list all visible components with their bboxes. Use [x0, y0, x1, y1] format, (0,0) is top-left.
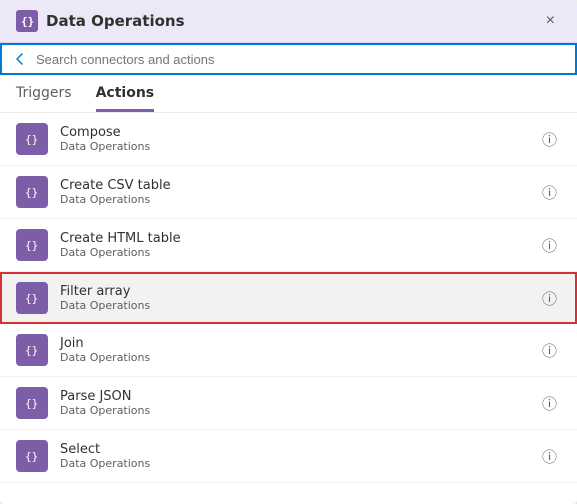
create-csv-name: Create CSV table	[60, 178, 526, 193]
filter-array-icon: {}	[16, 282, 48, 314]
create-csv-icon: {}	[16, 176, 48, 208]
compose-name: Compose	[60, 125, 526, 140]
join-subtitle: Data Operations	[60, 351, 526, 364]
create-html-info-button[interactable]: ⓘ	[538, 233, 561, 258]
create-html-name: Create HTML table	[60, 231, 526, 246]
create-csv-info-button[interactable]: ⓘ	[538, 180, 561, 205]
parse-json-icon: {}	[16, 387, 48, 419]
join-info-button[interactable]: ⓘ	[538, 338, 561, 363]
search-input[interactable]	[36, 52, 565, 67]
svg-text:{}: {}	[25, 292, 38, 305]
close-button[interactable]: ×	[540, 11, 561, 31]
join-icon: {}	[16, 334, 48, 366]
parse-json-text: Parse JSON Data Operations	[60, 389, 526, 417]
create-html-subtitle: Data Operations	[60, 246, 526, 259]
filter-array-text: Filter array Data Operations	[60, 284, 526, 312]
list-item[interactable]: {} Select Data Operations ⓘ	[0, 430, 577, 483]
join-text: Join Data Operations	[60, 336, 526, 364]
data-operations-icon: {}	[16, 10, 38, 32]
create-html-icon: {}	[16, 229, 48, 261]
list-item[interactable]: {} Parse JSON Data Operations ⓘ	[0, 377, 577, 430]
header-left: {} Data Operations	[16, 10, 185, 32]
svg-text:{}: {}	[25, 344, 38, 357]
parse-json-name: Parse JSON	[60, 389, 526, 404]
data-operations-dialog: {} Data Operations × Triggers Actions {}	[0, 0, 577, 504]
create-csv-subtitle: Data Operations	[60, 193, 526, 206]
back-button[interactable]	[12, 51, 28, 67]
parse-json-info-button[interactable]: ⓘ	[538, 391, 561, 416]
tabs-bar: Triggers Actions	[0, 75, 577, 113]
compose-info-button[interactable]: ⓘ	[538, 127, 561, 152]
list-item[interactable]: {} Create HTML table Data Operations ⓘ	[0, 219, 577, 272]
svg-text:{}: {}	[25, 186, 38, 199]
tab-actions[interactable]: Actions	[96, 75, 155, 112]
select-text: Select Data Operations	[60, 442, 526, 470]
dialog-title: Data Operations	[46, 12, 185, 30]
tab-triggers[interactable]: Triggers	[16, 75, 72, 112]
join-name: Join	[60, 336, 526, 351]
filter-array-info-button[interactable]: ⓘ	[538, 286, 561, 311]
action-list: {} Compose Data Operations ⓘ {} Create C…	[0, 113, 577, 504]
filter-array-subtitle: Data Operations	[60, 299, 526, 312]
compose-text: Compose Data Operations	[60, 125, 526, 153]
search-bar	[0, 43, 577, 75]
list-item[interactable]: {} Compose Data Operations ⓘ	[0, 113, 577, 166]
list-item[interactable]: {} Join Data Operations ⓘ	[0, 324, 577, 377]
svg-text:{}: {}	[25, 397, 38, 410]
list-item[interactable]: {} Create CSV table Data Operations ⓘ	[0, 166, 577, 219]
filter-array-item[interactable]: {} Filter array Data Operations ⓘ	[0, 272, 577, 324]
select-name: Select	[60, 442, 526, 457]
parse-json-subtitle: Data Operations	[60, 404, 526, 417]
svg-text:{}: {}	[25, 133, 38, 146]
create-csv-text: Create CSV table Data Operations	[60, 178, 526, 206]
svg-text:{}: {}	[25, 239, 38, 252]
compose-subtitle: Data Operations	[60, 140, 526, 153]
create-html-text: Create HTML table Data Operations	[60, 231, 526, 259]
select-info-button[interactable]: ⓘ	[538, 444, 561, 469]
select-icon: {}	[16, 440, 48, 472]
select-subtitle: Data Operations	[60, 457, 526, 470]
svg-text:{}: {}	[25, 450, 38, 463]
dialog-header: {} Data Operations ×	[0, 0, 577, 43]
svg-text:{}: {}	[21, 15, 34, 28]
compose-icon: {}	[16, 123, 48, 155]
filter-array-name: Filter array	[60, 284, 526, 299]
